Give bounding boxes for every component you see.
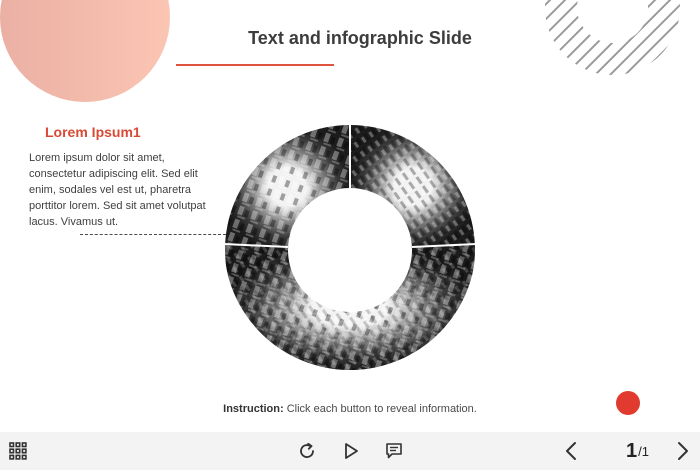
infographic-donut [224, 124, 476, 370]
reveal-button[interactable] [616, 391, 640, 415]
slide-canvas: Text and infographic Slide Lorem Ipsum1 … [0, 0, 700, 432]
chevron-left-icon [566, 442, 576, 460]
connector-dashed-line [80, 234, 226, 235]
captions-icon [386, 443, 402, 459]
menu-button[interactable] [8, 432, 28, 470]
play-icon [345, 443, 358, 459]
page-indicator: 1/1 [626, 432, 649, 470]
player-toolbar: 1/1 [0, 432, 700, 470]
next-slide-button[interactable] [672, 432, 694, 470]
play-button[interactable] [340, 432, 362, 470]
section-body-text: Lorem ipsum dolor sit amet, consectetur … [29, 152, 206, 228]
replay-button[interactable] [296, 432, 318, 470]
replay-icon [300, 442, 314, 458]
title-underline [176, 64, 334, 66]
grid-menu-icon [9, 442, 27, 460]
page-current: 1 [626, 439, 638, 462]
previous-slide-button[interactable] [560, 432, 582, 470]
captions-button[interactable] [383, 432, 405, 470]
chevron-right-icon [678, 442, 688, 460]
instruction-label: Instruction: [223, 403, 284, 415]
decorative-striped-circle [545, 0, 680, 75]
instruction-text: Instruction: Click each button to reveal… [0, 403, 700, 415]
section-heading: Lorem Ipsum1 [45, 124, 141, 140]
page-total: /1 [638, 443, 649, 459]
slide-title: Text and infographic Slide [248, 28, 472, 48]
decorative-peach-circle [0, 0, 170, 102]
instruction-body: Click each button to reveal information. [283, 403, 477, 415]
